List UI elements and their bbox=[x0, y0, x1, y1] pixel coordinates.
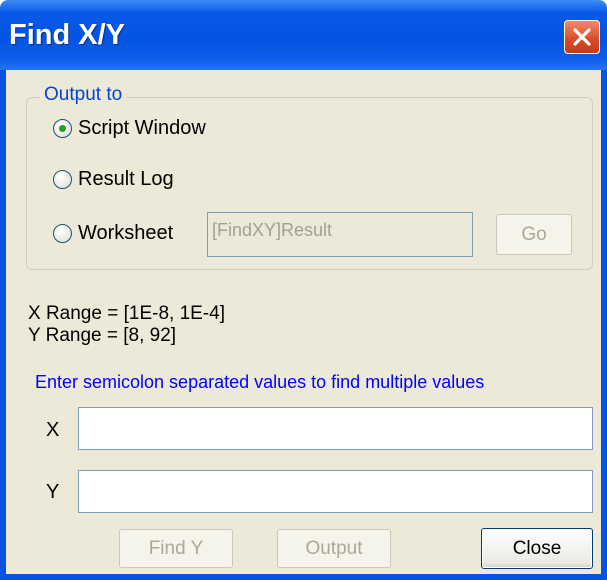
y-input[interactable] bbox=[78, 470, 593, 513]
window-frame-bottom bbox=[0, 574, 607, 580]
radio-result-log[interactable]: Result Log bbox=[53, 168, 174, 191]
go-button[interactable]: Go bbox=[496, 214, 572, 255]
hint-text: Enter semicolon separated values to find… bbox=[35, 372, 485, 392]
radio-label: Worksheet bbox=[78, 222, 174, 244]
window-frame-right bbox=[601, 70, 607, 580]
x-input[interactable] bbox=[78, 407, 593, 450]
close-button[interactable]: Close bbox=[481, 528, 593, 569]
y-label: Y bbox=[46, 481, 60, 503]
output-button[interactable]: Output bbox=[277, 529, 391, 568]
y-range-text: Y Range = [8, 92] bbox=[28, 325, 177, 346]
x-range-text: X Range = [1E-8, 1E-4] bbox=[28, 303, 225, 324]
output-to-legend: Output to bbox=[40, 84, 127, 106]
window-close-button[interactable] bbox=[564, 20, 600, 54]
close-icon bbox=[573, 28, 591, 46]
find-y-button[interactable]: Find Y bbox=[119, 529, 233, 568]
radio-button[interactable] bbox=[53, 170, 72, 189]
find-xy-dialog: Find X/Y Output to Script Window Result … bbox=[0, 0, 607, 580]
x-label: X bbox=[46, 419, 60, 441]
radio-label: Script Window bbox=[78, 117, 206, 139]
radio-label: Result Log bbox=[78, 168, 174, 190]
window-title: Find X/Y bbox=[9, 19, 125, 51]
radio-worksheet[interactable]: Worksheet bbox=[53, 222, 173, 245]
worksheet-name-field[interactable]: [FindXY]Result bbox=[207, 212, 473, 257]
radio-script-window[interactable]: Script Window bbox=[53, 117, 206, 140]
radio-button-selected[interactable] bbox=[53, 119, 72, 138]
radio-button[interactable] bbox=[53, 224, 72, 243]
title-bar[interactable]: Find X/Y bbox=[0, 0, 607, 70]
